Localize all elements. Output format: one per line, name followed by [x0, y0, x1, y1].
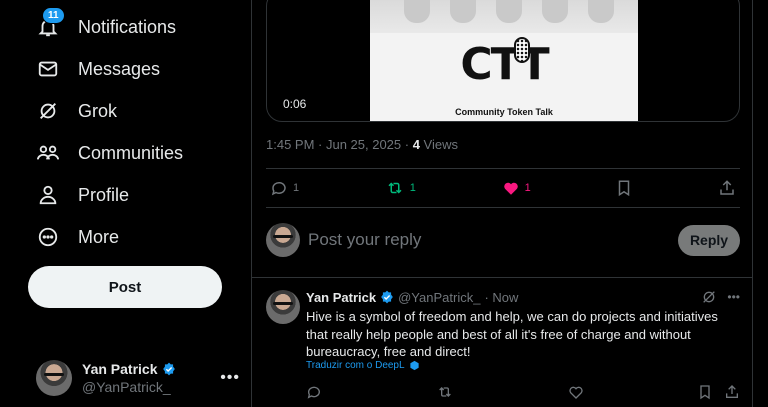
- reply-post-header: Yan Patrick @YanPatrick_ · Now •••: [306, 288, 740, 306]
- notifications-badge: 11: [42, 7, 65, 24]
- like-count: 1: [524, 182, 531, 194]
- grok-icon: [36, 99, 60, 123]
- post-button[interactable]: Post: [28, 266, 222, 308]
- share-icon: [718, 179, 736, 197]
- avatar: [266, 223, 300, 257]
- divider: [252, 277, 753, 278]
- avatar: [36, 360, 72, 396]
- sidebar-item-more[interactable]: More: [36, 222, 119, 252]
- logo-subtitle: Community Token Talk: [455, 107, 553, 117]
- repost-action[interactable]: 1: [385, 179, 416, 197]
- person-icon: [36, 183, 60, 207]
- reply-author-handle[interactable]: @YanPatrick_: [398, 290, 480, 305]
- views-count: 4: [412, 137, 420, 152]
- account-more-icon[interactable]: •••: [220, 369, 240, 387]
- bookmark-icon[interactable]: [698, 384, 712, 400]
- more-options-icon[interactable]: •••: [727, 290, 740, 304]
- reply-time[interactable]: · Now: [484, 290, 518, 305]
- tweet-action-bar: 1 1 1: [266, 168, 740, 208]
- video-thumbnail: CTT Community Token Talk: [370, 0, 638, 121]
- sidebar-item-messages[interactable]: Messages: [36, 54, 160, 84]
- account-switcher[interactable]: Yan Patrick @YanPatrick_ •••: [36, 358, 240, 398]
- ctt-logo: CTT: [460, 39, 549, 90]
- sidebar-item-label: More: [78, 226, 120, 247]
- sidebar-item-profile[interactable]: Profile: [36, 180, 129, 210]
- sidebar-item-label: Profile: [78, 184, 130, 205]
- repost-icon: [385, 179, 405, 197]
- sidebar-item-label: Notifications: [78, 16, 177, 37]
- microphone-icon: [514, 37, 530, 63]
- heart-icon[interactable]: [568, 384, 584, 400]
- tweet-timestamp[interactable]: 1:45 PM · Jun 25, 2025 ·: [266, 137, 413, 152]
- more-circle-icon: [36, 225, 60, 249]
- deepl-icon: [409, 360, 420, 371]
- reply-author-name[interactable]: Yan Patrick: [306, 290, 376, 305]
- grok-icon[interactable]: [701, 289, 717, 305]
- share-icon[interactable]: [724, 384, 740, 400]
- reply-count: 1: [293, 182, 300, 194]
- share-action[interactable]: [718, 179, 736, 197]
- like-action[interactable]: 1: [502, 179, 531, 197]
- sidebar-item-label: Communities: [78, 142, 184, 163]
- main-column: CTT Community Token Talk 0:06 1:45 PM · …: [251, 0, 753, 407]
- reply-composer: Reply: [266, 222, 740, 258]
- views-label: Views: [419, 137, 458, 152]
- translate-label: Traduzir com o DeepL: [306, 360, 405, 371]
- bell-icon: 11: [36, 7, 65, 39]
- sidebar-item-notifications[interactable]: 11 Notifications: [36, 7, 177, 42]
- tweet-video[interactable]: CTT Community Token Talk 0:06: [266, 0, 740, 122]
- verified-badge-icon: [380, 290, 394, 304]
- sidebar-item-communities[interactable]: Communities: [36, 138, 183, 168]
- account-name: Yan Patrick: [82, 361, 158, 377]
- bookmark-action[interactable]: [616, 179, 632, 197]
- sidebar: 11 Notifications Messages Grok Communiti…: [0, 0, 250, 407]
- tweet-meta: 1:45 PM · Jun 25, 2025 · 4 Views: [266, 137, 458, 152]
- verified-badge-icon: [162, 362, 176, 376]
- envelope-icon: [36, 57, 60, 81]
- bookmark-icon: [616, 179, 632, 197]
- reply-icon[interactable]: [306, 384, 322, 400]
- translate-link[interactable]: Traduzir com o DeepL: [306, 360, 420, 371]
- sidebar-item-label: Messages: [78, 58, 161, 79]
- reply-icon: [270, 179, 288, 197]
- sidebar-item-grok[interactable]: Grok: [36, 96, 117, 126]
- reply-action[interactable]: 1: [270, 179, 299, 197]
- video-duration: 0:06: [283, 97, 307, 111]
- building-illustration: [370, 0, 638, 33]
- sidebar-item-label: Grok: [78, 100, 118, 121]
- repost-icon[interactable]: [436, 384, 454, 400]
- communities-icon: [36, 141, 60, 165]
- account-handle: @YanPatrick_: [82, 379, 171, 395]
- heart-icon: [502, 179, 520, 197]
- reply-text: Hive is a symbol of freedom and help, we…: [306, 309, 718, 359]
- reply-button[interactable]: Reply: [678, 224, 740, 256]
- reply-input[interactable]: [308, 230, 678, 250]
- avatar[interactable]: [266, 290, 300, 324]
- reply-action-bar: [306, 384, 740, 400]
- repost-count: 1: [409, 182, 416, 194]
